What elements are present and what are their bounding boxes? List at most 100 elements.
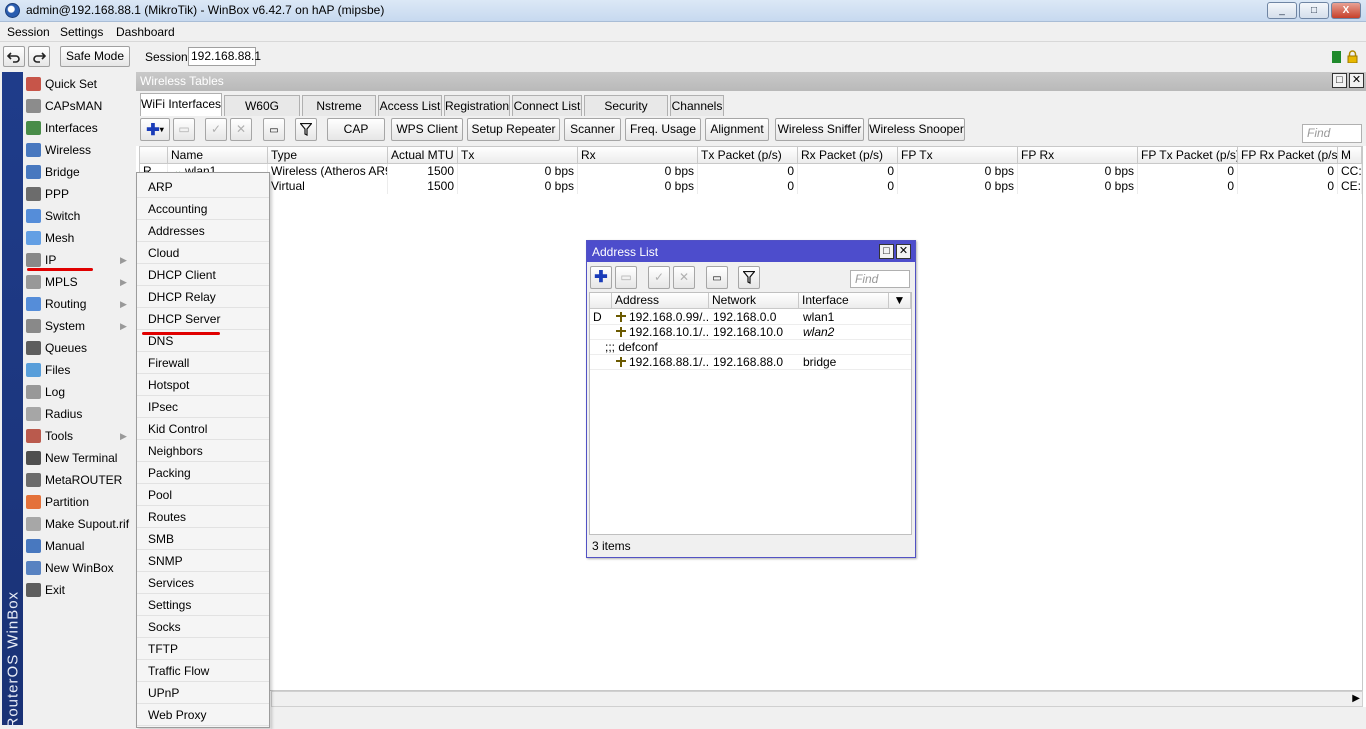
tab-access-list[interactable]: Access List [378,95,442,116]
sidebar-item-routing[interactable]: Routing ▶ [23,293,136,315]
dialog-disable-button[interactable]: ✕ [673,266,695,289]
column-header-rx-packet-p-s[interactable]: Rx Packet (p/s) [798,147,898,164]
ip-submenu-services[interactable]: Services [137,572,269,594]
ip-submenu-upnp[interactable]: UPnP [137,682,269,704]
column-header-fp-rx-packet-p-s[interactable]: FP Rx Packet (p/s) [1238,147,1338,164]
main-maximize-button[interactable]: □ [1332,73,1347,88]
tab-registration[interactable]: Registration [444,95,510,116]
menu-settings[interactable]: Settings [60,25,103,39]
dialog-find-input[interactable]: Find [850,270,910,288]
comment-row[interactable]: ;;; defconf [590,340,911,355]
column-header-tx[interactable]: Tx [458,147,578,164]
ip-submenu-tftp[interactable]: TFTP [137,638,269,660]
sidebar-item-manual[interactable]: Manual [23,535,136,557]
wireless-snooper-button[interactable]: Wireless Snooper [868,118,965,141]
column-header-flags[interactable] [140,147,168,164]
ip-submenu-web-proxy[interactable]: Web Proxy [137,704,269,726]
ip-submenu-dhcp-server[interactable]: DHCP Server [137,308,269,330]
minimize-button[interactable]: _ [1267,2,1297,19]
tab-wifi-interfaces[interactable]: WiFi Interfaces [140,93,222,117]
sidebar-item-interfaces[interactable]: Interfaces [23,117,136,139]
ip-submenu-firewall[interactable]: Firewall [137,352,269,374]
ip-submenu-smb[interactable]: SMB [137,528,269,550]
cap-button[interactable]: CAP [327,118,385,141]
ip-submenu-settings[interactable]: Settings [137,594,269,616]
find-input[interactable]: Find [1302,124,1362,143]
dialog-filter-button[interactable] [738,266,760,289]
ip-submenu-dhcp-relay[interactable]: DHCP Relay [137,286,269,308]
maximize-button[interactable]: □ [1299,2,1329,19]
main-close-button[interactable]: ✕ [1349,73,1364,88]
column-header-type[interactable]: Type [268,147,388,164]
table-row[interactable]: 192.168.10.1/... 192.168.10.0 wlan2 [590,325,911,340]
dialog-maximize-button[interactable]: □ [879,244,894,259]
table-row[interactable]: R⇔wlan1Wireless (Atheros AR9...15000 bps… [140,164,1362,179]
table-row[interactable]: D 192.168.0.99/... 192.168.0.0 wlan1 [590,310,911,325]
tab-security-profiles[interactable]: Security Profiles [584,95,668,133]
column-chooser-dropdown[interactable]: ▼ [889,293,911,309]
comment-button[interactable]: ▭ [263,118,285,141]
column-header-fp-tx[interactable]: FP Tx [898,147,1018,164]
tab-connect-list[interactable]: Connect List [512,95,582,116]
alignment-button[interactable]: Alignment [705,118,769,141]
column-header-name[interactable]: Name [168,147,268,164]
sidebar-item-exit[interactable]: Exit [23,579,136,601]
session-input[interactable]: 192.168.88.1 [188,47,261,66]
sidebar-item-queues[interactable]: Queues [23,337,136,359]
disable-button[interactable]: ✕ [230,118,252,141]
column-header-fp-rx[interactable]: FP Rx [1018,147,1138,164]
column-header-actual-mtu[interactable]: Actual MTU [388,147,458,164]
horizontal-scrollbar[interactable]: ▶ [271,691,1363,707]
sidebar-item-new-terminal[interactable]: New Terminal [23,447,136,469]
column-header-network[interactable]: Network [709,293,799,309]
column-header-rx[interactable]: Rx [578,147,698,164]
ip-submenu-ipsec[interactable]: IPsec [137,396,269,418]
sidebar-item-metarouter[interactable]: MetaROUTER [23,469,136,491]
sidebar-item-make-supout-rif[interactable]: Make Supout.rif [23,513,136,535]
sidebar-item-quick-set[interactable]: Quick Set [23,73,136,95]
sidebar-item-wireless[interactable]: Wireless [23,139,136,161]
menu-session[interactable]: Session [7,25,50,39]
sidebar-item-log[interactable]: Log [23,381,136,403]
tab-channels[interactable]: Channels [670,95,724,116]
ip-submenu-accounting[interactable]: Accounting [137,198,269,220]
column-header-m[interactable]: M [1338,147,1362,164]
dialog-enable-button[interactable]: ✓ [648,266,670,289]
sidebar-item-new-winbox[interactable]: New WinBox [23,557,136,579]
ip-submenu-packing[interactable]: Packing [137,462,269,484]
ip-submenu-hotspot[interactable]: Hotspot [137,374,269,396]
sidebar-item-ppp[interactable]: PPP [23,183,136,205]
sidebar-item-capsman[interactable]: CAPsMAN [23,95,136,117]
column-header-fp-tx-packet-p-s[interactable]: FP Tx Packet (p/s) [1138,147,1238,164]
sidebar-item-bridge[interactable]: Bridge [23,161,136,183]
ip-submenu-dhcp-client[interactable]: DHCP Client [137,264,269,286]
freq-usage-button[interactable]: Freq. Usage [625,118,701,141]
wireless-sniffer-button[interactable]: Wireless Sniffer [775,118,864,141]
sidebar-item-files[interactable]: Files [23,359,136,381]
ip-submenu-snmp[interactable]: SNMP [137,550,269,572]
ip-submenu-kid-control[interactable]: Kid Control [137,418,269,440]
enable-button[interactable]: ✓ [205,118,227,141]
ip-submenu-traffic-flow[interactable]: Traffic Flow [137,660,269,682]
menu-dashboard[interactable]: Dashboard [116,25,175,39]
filter-button[interactable] [295,118,317,141]
remove-button[interactable]: ▭ [173,118,195,141]
sidebar-item-radius[interactable]: Radius [23,403,136,425]
column-header-interface[interactable]: Interface [799,293,889,309]
wps-client-button[interactable]: WPS Client [391,118,463,141]
dialog-add-button[interactable]: ✚ [590,266,612,289]
add-button[interactable]: ✚▾ [140,118,170,141]
table-row[interactable]: 192.168.88.1/... 192.168.88.0 bridge [590,355,911,370]
sidebar-item-tools[interactable]: Tools ▶ [23,425,136,447]
setup-repeater-button[interactable]: Setup Repeater [467,118,560,141]
sidebar-item-mesh[interactable]: Mesh [23,227,136,249]
ip-submenu-pool[interactable]: Pool [137,484,269,506]
dialog-comment-button[interactable]: ▭ [706,266,728,289]
sidebar-item-system[interactable]: System ▶ [23,315,136,337]
redo-button[interactable] [28,46,50,67]
ip-submenu-socks[interactable]: Socks [137,616,269,638]
dialog-close-button[interactable]: ✕ [896,244,911,259]
safe-mode-button[interactable]: Safe Mode [60,46,130,67]
sidebar-item-mpls[interactable]: MPLS ▶ [23,271,136,293]
sidebar-item-switch[interactable]: Switch [23,205,136,227]
